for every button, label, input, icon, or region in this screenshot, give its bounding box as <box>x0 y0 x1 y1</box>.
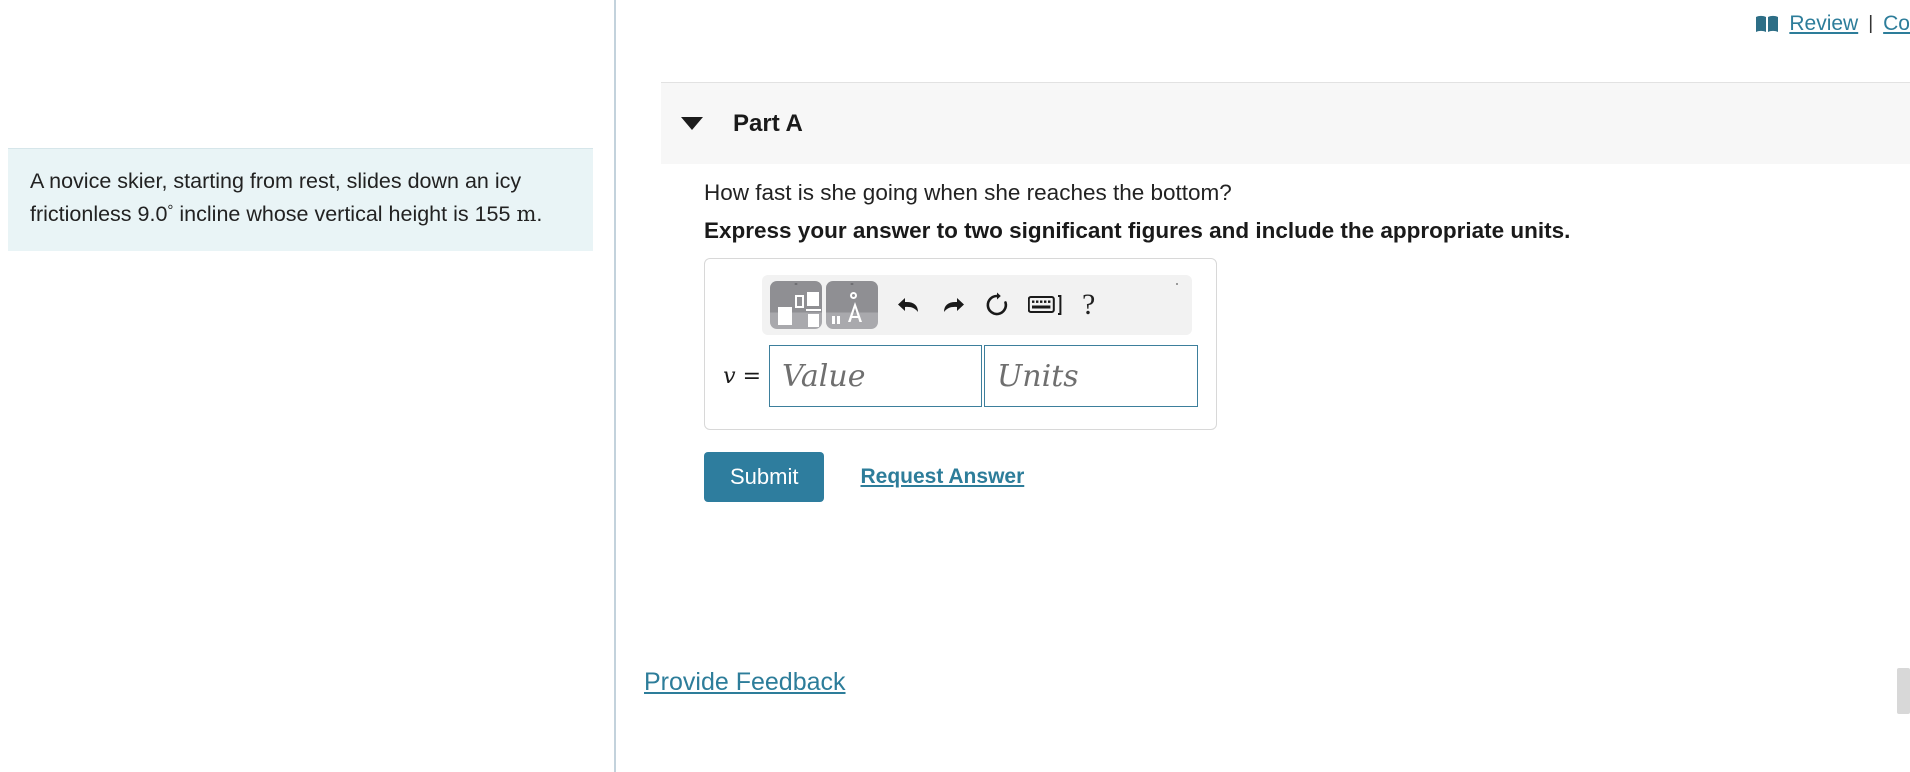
undo-arrow-icon[interactable] <box>896 293 922 317</box>
redo-arrow-icon[interactable] <box>940 293 966 317</box>
degree-symbol: ° <box>167 202 174 219</box>
submit-button[interactable]: Submit <box>704 452 825 502</box>
vertical-scrollbar-thumb[interactable] <box>1897 668 1910 714</box>
provide-feedback-link[interactable]: Provide Feedback <box>644 668 846 697</box>
question-text: How fast is she going when she reaches t… <box>704 180 1232 205</box>
answer-entry-container: ? v = <box>704 258 1217 430</box>
answer-equation-row: v = <box>723 345 1198 407</box>
answer-actions: Submit Request Answer <box>704 452 1024 502</box>
template-shape-e <box>808 314 819 327</box>
template-shape-c <box>807 292 819 306</box>
reset-circular-arrow-icon[interactable] <box>984 292 1010 318</box>
template-shape-b <box>795 295 804 308</box>
value-input[interactable] <box>769 345 982 407</box>
math-toolbar: ? <box>762 275 1192 335</box>
template-shape-a <box>778 307 792 325</box>
page-title: Part A <box>733 109 803 137</box>
help-button[interactable]: ? <box>1082 288 1095 322</box>
units-mark-a <box>832 316 835 324</box>
instruction-text: Express your answer to two significant f… <box>704 218 1571 243</box>
page-root: Review | Co A novice skier, starting fro… <box>0 0 1910 772</box>
greek-units-button[interactable] <box>826 281 878 329</box>
template-shape-d <box>806 309 821 311</box>
degree-glyph <box>850 292 857 299</box>
problem-statement-box: A novice skier, starting from rest, slid… <box>8 148 593 251</box>
toolbar-dot-icon <box>1176 283 1178 285</box>
problem-statement-text: A novice skier, starting from rest, slid… <box>30 167 571 229</box>
variable-label: v = <box>723 363 761 389</box>
keyboard-icon[interactable] <box>1028 294 1062 316</box>
content-column: Part A How fast is she going when she re… <box>616 0 1910 772</box>
units-input[interactable] <box>984 345 1198 407</box>
problem-text-part2: incline whose vertical height is 155 <box>179 202 511 226</box>
problem-column: A novice skier, starting from rest, slid… <box>0 0 615 772</box>
triangle-down-icon[interactable] <box>681 117 703 130</box>
units-mark-b <box>837 316 840 324</box>
part-a-header[interactable]: Part A <box>661 82 1910 164</box>
problem-unit: m <box>516 202 537 226</box>
request-answer-link[interactable]: Request Answer <box>860 465 1024 489</box>
problem-period: . <box>536 202 543 226</box>
angstrom-glyph <box>848 302 862 322</box>
math-templates-button[interactable] <box>770 281 822 329</box>
